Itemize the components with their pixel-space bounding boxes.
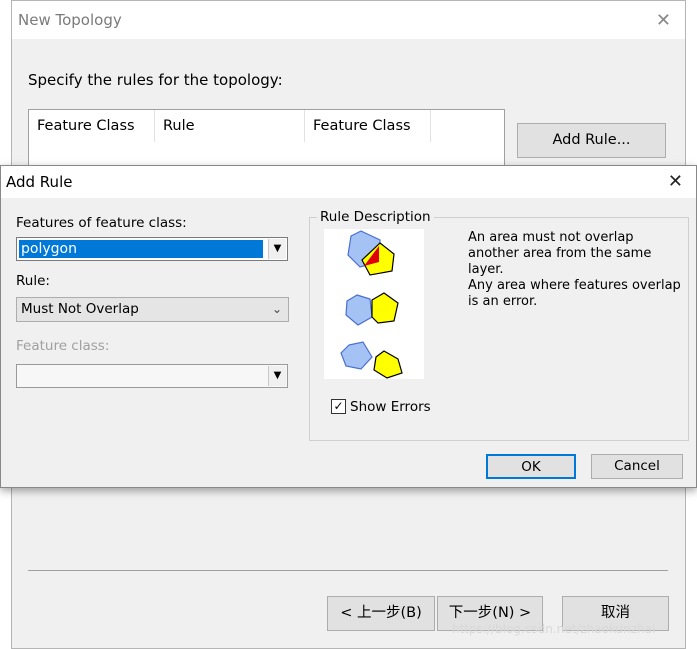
close-icon[interactable]: ✕ xyxy=(656,10,671,31)
column-header-feature-class[interactable]: Feature Class xyxy=(29,110,155,142)
instruction-text: Specify the rules for the topology: xyxy=(28,71,283,89)
rule-description-title: Rule Description xyxy=(317,209,434,225)
watermark: https://blog.csdn.net/zhaokunzhai xyxy=(452,622,656,636)
features-combobox[interactable]: polygon ▼ xyxy=(16,237,288,261)
feature-class-label: Feature class: xyxy=(16,338,110,354)
dropdown-arrow-icon[interactable]: ▼ xyxy=(268,239,286,259)
cancel-button[interactable]: Cancel xyxy=(591,454,683,479)
dropdown-arrow-icon: ▼ xyxy=(268,366,286,386)
rule-select[interactable]: Must Not Overlap ⌄ xyxy=(16,297,289,322)
separator xyxy=(28,570,668,571)
rule-select-value: Must Not Overlap xyxy=(21,301,139,317)
rules-table[interactable]: Feature Class Rule Feature Class xyxy=(28,109,505,169)
rule-description-text-2: Any area where features overlap is an er… xyxy=(468,278,681,309)
feature-class-combobox: ▼ xyxy=(16,364,288,388)
show-errors-checkbox[interactable]: ✓ xyxy=(331,399,346,414)
dialog-close-icon[interactable]: ✕ xyxy=(668,171,683,192)
ok-button[interactable]: OK xyxy=(486,454,576,479)
features-label: Features of feature class: xyxy=(16,215,187,231)
chevron-down-icon: ⌄ xyxy=(271,302,282,316)
column-header-feature-class-2[interactable]: Feature Class xyxy=(305,110,431,142)
add-rule-button[interactable]: Add Rule... xyxy=(517,123,666,158)
add-rule-dialog: Add Rule ✕ Features of feature class: po… xyxy=(0,165,697,488)
features-combobox-value: polygon xyxy=(19,240,263,258)
column-header-rule[interactable]: Rule xyxy=(155,110,305,142)
dialog-title: Add Rule xyxy=(6,173,73,191)
rule-label: Rule: xyxy=(16,273,50,289)
rule-description-text-1: An area must not overlap another area fr… xyxy=(468,230,652,277)
dialog-title-bar: Add Rule ✕ xyxy=(1,166,696,198)
window-title: New Topology xyxy=(18,11,122,29)
back-button[interactable]: < 上一步(B) xyxy=(327,596,435,631)
overlap-rule-illustration xyxy=(340,230,403,379)
rule-illustration-image xyxy=(324,229,424,379)
title-bar: New Topology ✕ xyxy=(12,1,685,39)
show-errors-label[interactable]: Show Errors xyxy=(350,399,431,415)
check-icon: ✓ xyxy=(333,399,344,413)
